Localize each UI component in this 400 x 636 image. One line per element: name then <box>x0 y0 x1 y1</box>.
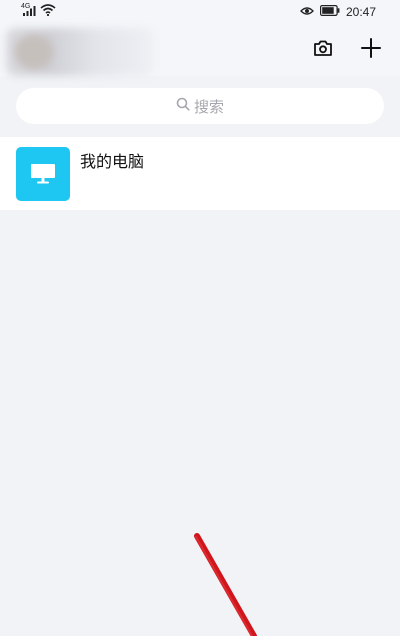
conversation-list: 我的电脑 <box>0 137 400 210</box>
search-placeholder: 搜索 <box>193 98 224 116</box>
profile-avatar-blurred[interactable] <box>6 28 154 76</box>
list-item-label: 我的电脑 <box>80 154 145 171</box>
camera-button[interactable] <box>309 36 337 64</box>
camera-icon <box>313 39 333 62</box>
list-item-my-computer[interactable]: 我的电脑 <box>0 137 400 210</box>
battery-icon <box>319 3 340 21</box>
add-button[interactable] <box>357 36 385 64</box>
status-bar: 4G 20:47 <box>0 0 400 24</box>
search-icon <box>176 97 190 116</box>
status-right: 20:47 <box>300 4 376 20</box>
plus-icon <box>360 37 382 64</box>
header <box>0 24 400 76</box>
clock: 20:47 <box>345 5 376 19</box>
wifi-icon <box>40 3 56 21</box>
status-left: 4G <box>21 3 56 21</box>
search-input[interactable]: 搜索 <box>16 88 384 124</box>
eye-icon <box>300 3 314 21</box>
network-type: 4G <box>21 3 31 10</box>
computer-icon <box>16 147 70 201</box>
